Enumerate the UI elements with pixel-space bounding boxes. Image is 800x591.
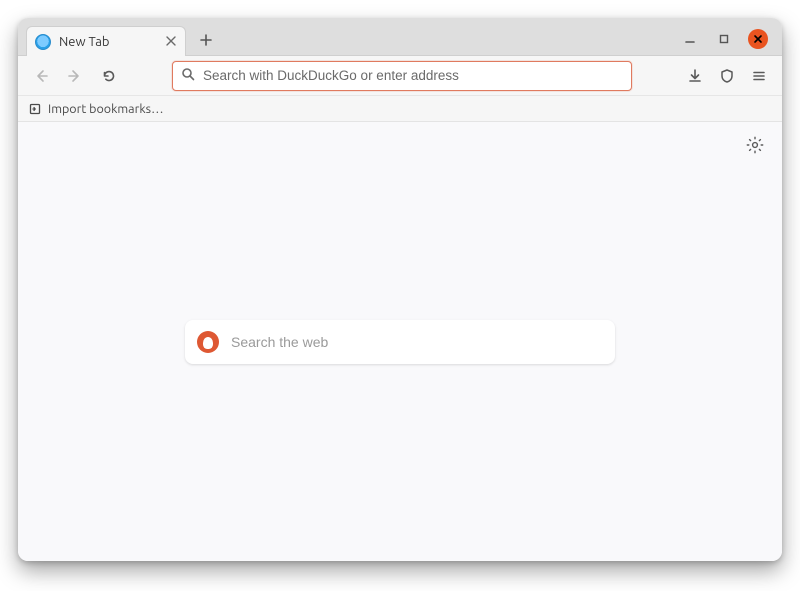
window-maximize-button[interactable] bbox=[714, 29, 734, 49]
import-bookmarks-button[interactable]: Import bookmarks… bbox=[28, 102, 164, 116]
duckduckgo-logo bbox=[197, 331, 219, 353]
navigation-toolbar bbox=[18, 56, 782, 96]
arrow-right-icon bbox=[67, 68, 83, 84]
arrow-left-icon bbox=[33, 68, 49, 84]
newtab-settings-button[interactable] bbox=[746, 136, 764, 157]
shield-button[interactable] bbox=[712, 61, 742, 91]
new-tab-page bbox=[18, 122, 782, 561]
firefox-icon bbox=[35, 34, 51, 50]
minimize-icon bbox=[684, 33, 696, 45]
window-close-button[interactable] bbox=[748, 29, 768, 49]
gear-icon bbox=[746, 136, 764, 154]
toolbar-right bbox=[680, 61, 774, 91]
window-controls bbox=[680, 29, 774, 55]
close-icon[interactable] bbox=[165, 35, 177, 49]
plus-icon bbox=[199, 33, 213, 47]
close-icon bbox=[753, 34, 763, 44]
import-bookmarks-label: Import bookmarks… bbox=[48, 102, 164, 116]
browser-window: New Tab bbox=[18, 18, 782, 561]
back-button[interactable] bbox=[26, 61, 56, 91]
tab-strip: New Tab bbox=[18, 18, 782, 56]
import-icon bbox=[28, 102, 42, 116]
address-input[interactable] bbox=[203, 68, 623, 83]
window-minimize-button[interactable] bbox=[680, 29, 700, 49]
tab-active[interactable]: New Tab bbox=[26, 26, 186, 56]
new-tab-button[interactable] bbox=[192, 26, 220, 54]
maximize-icon bbox=[718, 33, 730, 45]
hamburger-icon bbox=[751, 68, 767, 84]
address-bar[interactable] bbox=[172, 61, 632, 91]
app-menu-button[interactable] bbox=[744, 61, 774, 91]
reload-button[interactable] bbox=[94, 61, 124, 91]
download-icon bbox=[687, 68, 703, 84]
downloads-button[interactable] bbox=[680, 61, 710, 91]
reload-icon bbox=[101, 68, 117, 84]
newtab-search-bar[interactable] bbox=[185, 320, 615, 364]
forward-button[interactable] bbox=[60, 61, 90, 91]
bookmarks-toolbar: Import bookmarks… bbox=[18, 96, 782, 122]
tab-title: New Tab bbox=[59, 35, 110, 49]
search-icon bbox=[181, 67, 195, 84]
newtab-search-input[interactable] bbox=[231, 334, 603, 350]
shield-icon bbox=[719, 68, 735, 84]
